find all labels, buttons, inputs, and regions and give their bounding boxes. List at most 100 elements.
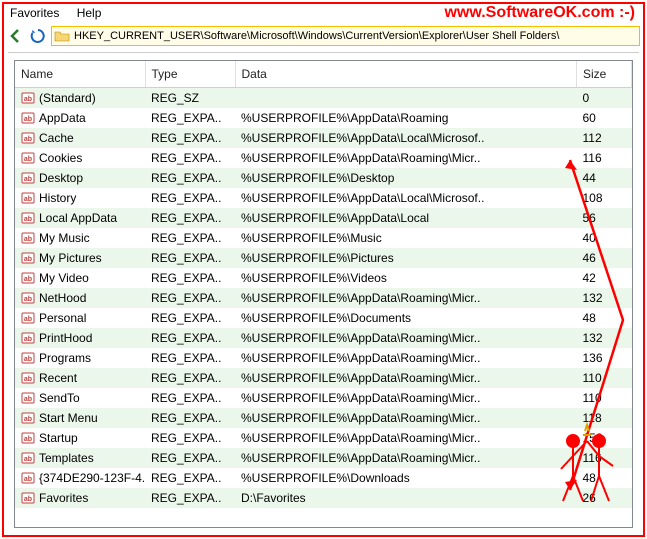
string-value-icon: ab <box>21 331 35 345</box>
row-type: REG_SZ <box>145 88 235 108</box>
row-type: REG_EXPA.. <box>145 468 235 488</box>
row-type: REG_EXPA.. <box>145 268 235 288</box>
row-name: Favorites <box>39 491 88 505</box>
row-size: 132 <box>577 328 632 348</box>
svg-text:ab: ab <box>24 436 32 443</box>
row-type: REG_EXPA.. <box>145 408 235 428</box>
row-name: Templates <box>39 451 94 465</box>
string-value-icon: ab <box>21 151 35 165</box>
row-size: 110 <box>577 388 632 408</box>
registry-table-wrap: Name Type Data Size ab(Standard)REG_SZ0a… <box>14 60 633 528</box>
registry-table: Name Type Data Size ab(Standard)REG_SZ0a… <box>15 61 632 508</box>
row-data: %USERPROFILE%\AppData\Roaming\Micr.. <box>235 148 577 168</box>
row-type: REG_EXPA.. <box>145 108 235 128</box>
row-data: %USERPROFILE%\AppData\Roaming <box>235 108 577 128</box>
row-type: REG_EXPA.. <box>145 348 235 368</box>
menu-help[interactable]: Help <box>77 6 102 20</box>
row-type: REG_EXPA.. <box>145 128 235 148</box>
table-row[interactable]: abMy VideoREG_EXPA..%USERPROFILE%\Videos… <box>15 268 632 288</box>
table-row[interactable]: abHistoryREG_EXPA..%USERPROFILE%\AppData… <box>15 188 632 208</box>
svg-text:ab: ab <box>24 476 32 483</box>
column-header-name[interactable]: Name <box>15 61 145 88</box>
row-name: SendTo <box>39 391 80 405</box>
row-data: %USERPROFILE%\AppData\Roaming\Micr.. <box>235 328 577 348</box>
svg-text:ab: ab <box>24 356 32 363</box>
svg-text:ab: ab <box>24 96 32 103</box>
row-data: %USERPROFILE%\AppData\Roaming\Micr.. <box>235 408 577 428</box>
address-text: HKEY_CURRENT_USER\Software\Microsoft\Win… <box>74 30 559 42</box>
table-row[interactable]: abCookiesREG_EXPA..%USERPROFILE%\AppData… <box>15 148 632 168</box>
toolbar: HKEY_CURRENT_USER\Software\Microsoft\Win… <box>4 24 643 52</box>
svg-text:ab: ab <box>24 256 32 263</box>
svg-text:ab: ab <box>24 416 32 423</box>
row-size: 42 <box>577 268 632 288</box>
row-name: Personal <box>39 311 86 325</box>
table-row[interactable]: abMy PicturesREG_EXPA..%USERPROFILE%\Pic… <box>15 248 632 268</box>
row-data: %USERPROFILE%\Videos <box>235 268 577 288</box>
row-size: 0 <box>577 88 632 108</box>
table-row[interactable]: abLocal AppDataREG_EXPA..%USERPROFILE%\A… <box>15 208 632 228</box>
table-row[interactable]: abMy MusicREG_EXPA..%USERPROFILE%\Music4… <box>15 228 632 248</box>
table-row[interactable]: ab Cache REG_EXPA..%USERPROFILE%\AppData\L… <box>15 128 632 148</box>
menu-favorites[interactable]: Favorites <box>10 6 59 20</box>
string-value-icon: ab <box>21 111 35 125</box>
row-type: REG_EXPA.. <box>145 428 235 448</box>
row-data: %USERPROFILE%\AppData\Roaming\Micr.. <box>235 428 577 448</box>
row-data: %USERPROFILE%\AppData\Roaming\Micr.. <box>235 448 577 468</box>
string-value-icon: ab <box>21 391 35 405</box>
row-size: 26 <box>577 488 632 508</box>
row-data: %USERPROFILE%\AppData\Roaming\Micr.. <box>235 288 577 308</box>
table-row[interactable]: ab AppData REG_EXPA..%USERPROFILE%\AppData… <box>15 108 632 128</box>
svg-text:ab: ab <box>24 296 32 303</box>
table-row[interactable]: abDesktopREG_EXPA..%USERPROFILE%\Desktop… <box>15 168 632 188</box>
row-data: %USERPROFILE%\Documents <box>235 308 577 328</box>
table-row[interactable]: abPrintHoodREG_EXPA..%USERPROFILE%\AppDa… <box>15 328 632 348</box>
table-row[interactable]: abStartupREG_EXPA..%USERPROFILE%\AppData… <box>15 428 632 448</box>
table-row[interactable]: abRecentREG_EXPA..%USERPROFILE%\AppData\… <box>15 368 632 388</box>
row-size: 132 <box>577 288 632 308</box>
table-row[interactable]: abTemplatesREG_EXPA..%USERPROFILE%\AppDa… <box>15 448 632 468</box>
string-value-icon: ab <box>21 291 35 305</box>
svg-text:ab: ab <box>24 156 32 163</box>
row-size: 112 <box>577 128 632 148</box>
table-row[interactable]: ab(Standard)REG_SZ0 <box>15 88 632 108</box>
refresh-icon[interactable] <box>29 27 47 45</box>
row-name: Cache <box>39 131 74 145</box>
row-name: History <box>39 191 76 205</box>
row-size: 136 <box>577 348 632 368</box>
svg-text:ab: ab <box>24 496 32 503</box>
watermark-text: www.SoftwareOK.com :-) <box>444 4 635 22</box>
row-data <box>235 88 577 108</box>
row-data: %USERPROFILE%\AppData\Local\Microsof.. <box>235 128 577 148</box>
row-size: 116 <box>577 148 632 168</box>
address-bar[interactable]: HKEY_CURRENT_USER\Software\Microsoft\Win… <box>51 26 640 46</box>
row-size: 116 <box>577 448 632 468</box>
svg-text:ab: ab <box>24 396 32 403</box>
row-type: REG_EXPA.. <box>145 248 235 268</box>
column-header-size[interactable]: Size <box>577 61 632 88</box>
svg-text:ab: ab <box>24 236 32 243</box>
row-type: REG_EXPA.. <box>145 168 235 188</box>
table-row[interactable]: abStart MenuREG_EXPA..%USERPROFILE%\AppD… <box>15 408 632 428</box>
svg-text:ab: ab <box>24 216 32 223</box>
table-row[interactable]: abPersonalREG_EXPA..%USERPROFILE%\Docume… <box>15 308 632 328</box>
table-row[interactable]: abFavoritesREG_EXPA..D:\Favorites26 <box>15 488 632 508</box>
column-header-data[interactable]: Data <box>235 61 577 88</box>
svg-text:ab: ab <box>24 136 32 143</box>
table-row[interactable]: ab{374DE290-123F-4..REG_EXPA..%USERPROFI… <box>15 468 632 488</box>
table-row[interactable]: abProgramsREG_EXPA..%USERPROFILE%\AppDat… <box>15 348 632 368</box>
table-row[interactable]: abNetHoodREG_EXPA..%USERPROFILE%\AppData… <box>15 288 632 308</box>
row-type: REG_EXPA.. <box>145 368 235 388</box>
row-data: %USERPROFILE%\Desktop <box>235 168 577 188</box>
svg-text:ab: ab <box>24 456 32 463</box>
string-value-icon: ab <box>21 231 35 245</box>
string-value-icon: ab <box>21 451 35 465</box>
string-value-icon: ab <box>21 171 35 185</box>
column-header-type[interactable]: Type <box>145 61 235 88</box>
row-name: My Pictures <box>39 251 102 265</box>
string-value-icon: ab <box>21 131 35 145</box>
row-name: AppData <box>39 111 86 125</box>
back-icon[interactable] <box>7 27 25 45</box>
row-type: REG_EXPA.. <box>145 208 235 228</box>
table-row[interactable]: abSendToREG_EXPA..%USERPROFILE%\AppData\… <box>15 388 632 408</box>
